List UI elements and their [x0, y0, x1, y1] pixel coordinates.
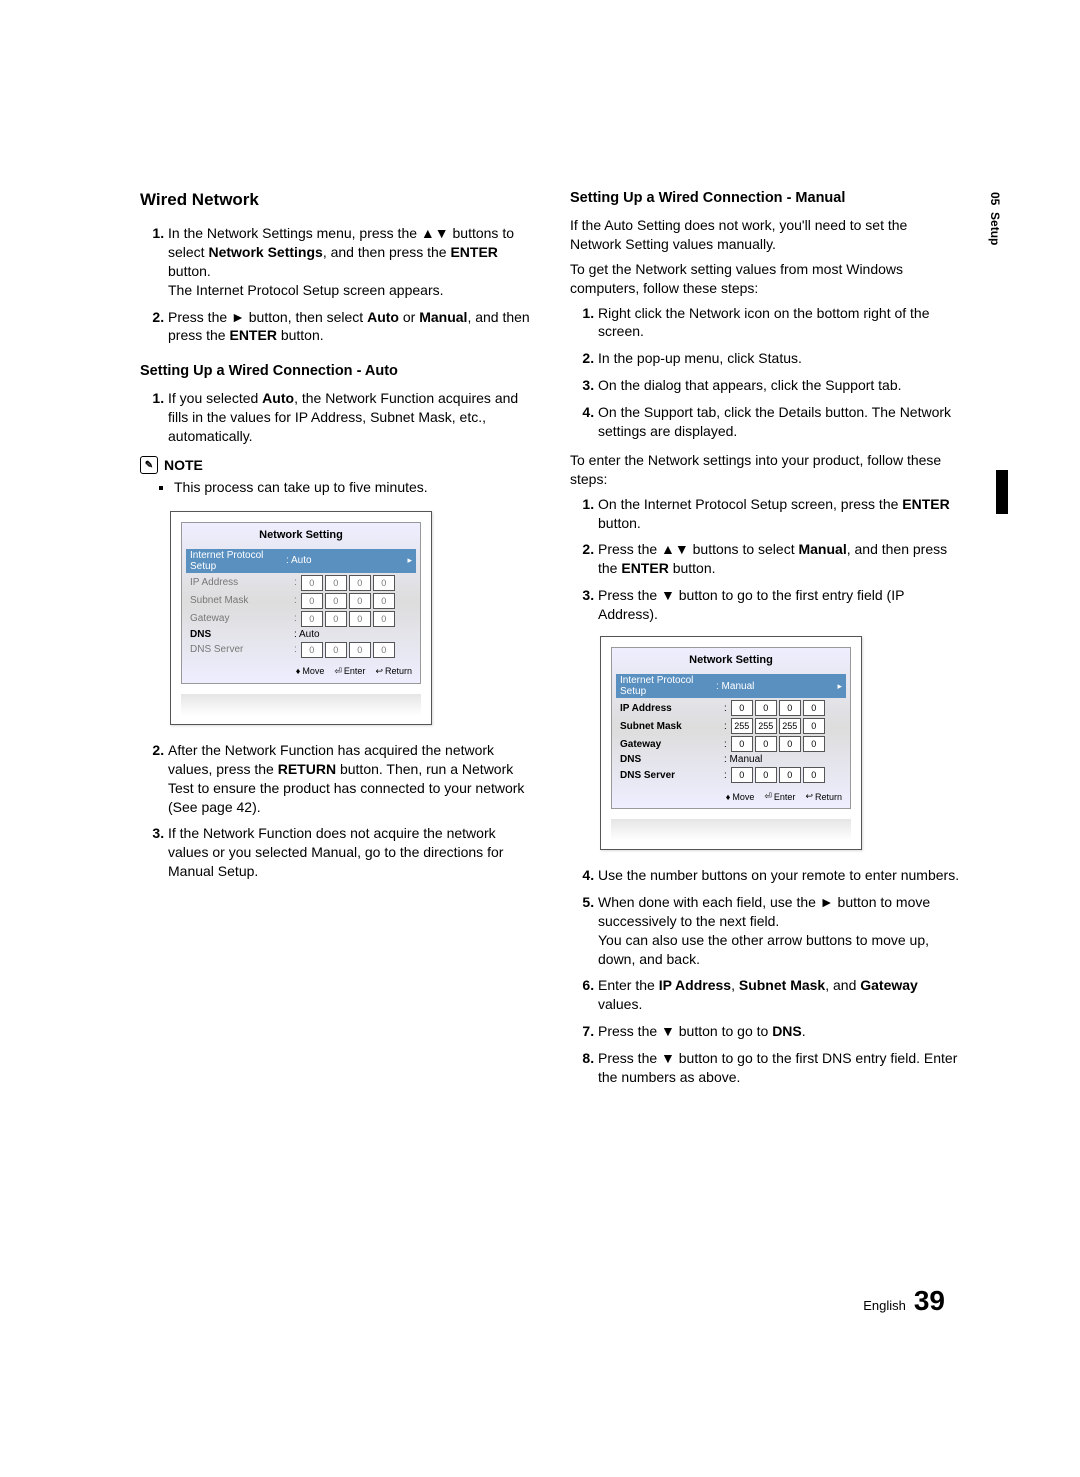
list-item: If the Network Function does not acquire…: [168, 824, 530, 881]
screenshot-auto: Network Setting Internet Protocol Setup …: [170, 511, 432, 725]
row-subnet-mask: Subnet Mask 0 0 0 0: [190, 593, 412, 609]
row-dns: DNS : Manual: [620, 754, 842, 765]
subheading-auto: Setting Up a Wired Connection - Auto: [140, 363, 530, 379]
list-item: Press the ▼ button to go to the first DN…: [598, 1049, 960, 1087]
heading-wired-network: Wired Network: [140, 190, 530, 210]
hint-move: ♦ Move: [726, 791, 755, 802]
chevron-right-icon: ▸: [837, 681, 842, 692]
chapter-name: Setup: [988, 212, 1002, 245]
list-item: Press the ► button, then select Auto or …: [168, 308, 530, 346]
paragraph: To get the Network setting values from m…: [570, 260, 960, 298]
footer-language: English: [863, 1298, 906, 1313]
row-protocol-setup: Internet Protocol Setup : Auto ▸: [186, 549, 416, 573]
hint-enter: ⏎ Enter: [764, 791, 795, 802]
page-number: 39: [914, 1285, 945, 1317]
list-item: On the Support tab, click the Details bu…: [598, 403, 960, 441]
note-heading: ✎ NOTE: [140, 456, 530, 474]
steps-auto-2: After the Network Function has acquired …: [140, 741, 530, 881]
list-item: Enter the IP Address, Subnet Mask, and G…: [598, 976, 960, 1014]
hint-return: ↩ Return: [375, 666, 412, 677]
screenshot-manual: Network Setting Internet Protocol Setup …: [600, 636, 862, 850]
list-item: After the Network Function has acquired …: [168, 741, 530, 817]
list-item: Press the ▼ button to go to the first en…: [598, 586, 960, 624]
page-footer: English 39: [863, 1285, 945, 1317]
row-dns-server: DNS Server 0 0 0 0: [620, 767, 842, 783]
row-gateway: Gateway 0 0 0 0: [620, 736, 842, 752]
hint-move: ♦ Move: [296, 666, 325, 677]
chevron-right-icon: ▸: [407, 555, 412, 566]
row-ip-address: IP Address 0 0 0 0: [190, 575, 412, 591]
hint-bar: ♦ Move ⏎ Enter ↩ Return: [620, 791, 842, 802]
row-dns-server: DNS Server 0 0 0 0: [190, 642, 412, 658]
list-item: On the dialog that appears, click the Su…: [598, 376, 960, 395]
list-item: This process can take up to five minutes…: [174, 478, 530, 497]
row-ip-address: IP Address 0 0 0 0: [620, 700, 842, 716]
list-item: Use the number buttons on your remote to…: [598, 866, 960, 885]
steps-enter-1: On the Internet Protocol Setup screen, p…: [570, 495, 960, 624]
subheading-manual: Setting Up a Wired Connection - Manual: [570, 190, 960, 206]
list-item: If you selected Auto, the Network Functi…: [168, 389, 530, 446]
list-item: Press the ▲▼ buttons to select Manual, a…: [598, 540, 960, 578]
paragraph: To enter the Network settings into your …: [570, 451, 960, 489]
note-label: NOTE: [164, 457, 203, 473]
chapter-number: 05: [988, 192, 1002, 205]
steps-windows: Right click the Network icon on the bott…: [570, 304, 960, 441]
reflection: [181, 694, 421, 716]
list-item: When done with each field, use the ► but…: [598, 893, 960, 969]
screen-title: Network Setting: [620, 652, 842, 672]
steps-auto-1: If you selected Auto, the Network Functi…: [140, 389, 530, 446]
list-item: On the Internet Protocol Setup screen, p…: [598, 495, 960, 533]
steps-enter-2: Use the number buttons on your remote to…: [570, 866, 960, 1087]
row-subnet-mask: Subnet Mask 255 255 255 0: [620, 718, 842, 734]
list-item: Press the ▼ button to go to DNS.: [598, 1022, 960, 1041]
left-column: Wired Network In the Network Settings me…: [140, 190, 530, 1097]
paragraph: If the Auto Setting does not work, you'l…: [570, 216, 960, 254]
thumb-index-marker: [996, 470, 1008, 514]
screen-title: Network Setting: [190, 527, 412, 547]
hint-return: ↩ Return: [805, 791, 842, 802]
note-icon: ✎: [140, 456, 158, 474]
note-list: This process can take up to five minutes…: [140, 478, 530, 497]
list-item: Right click the Network icon on the bott…: [598, 304, 960, 342]
row-gateway: Gateway 0 0 0 0: [190, 611, 412, 627]
steps-intro: In the Network Settings menu, press the …: [140, 224, 530, 345]
row-protocol-setup: Internet Protocol Setup : Manual ▸: [616, 674, 846, 698]
list-item: In the pop-up menu, click Status.: [598, 349, 960, 368]
row-dns: DNS : Auto: [190, 629, 412, 640]
list-item: In the Network Settings menu, press the …: [168, 224, 530, 300]
hint-enter: ⏎ Enter: [334, 666, 365, 677]
reflection: [611, 819, 851, 841]
chapter-side-tab: 05 Setup: [988, 192, 1002, 245]
hint-bar: ♦ Move ⏎ Enter ↩ Return: [190, 666, 412, 677]
right-column: Setting Up a Wired Connection - Manual I…: [570, 190, 960, 1097]
